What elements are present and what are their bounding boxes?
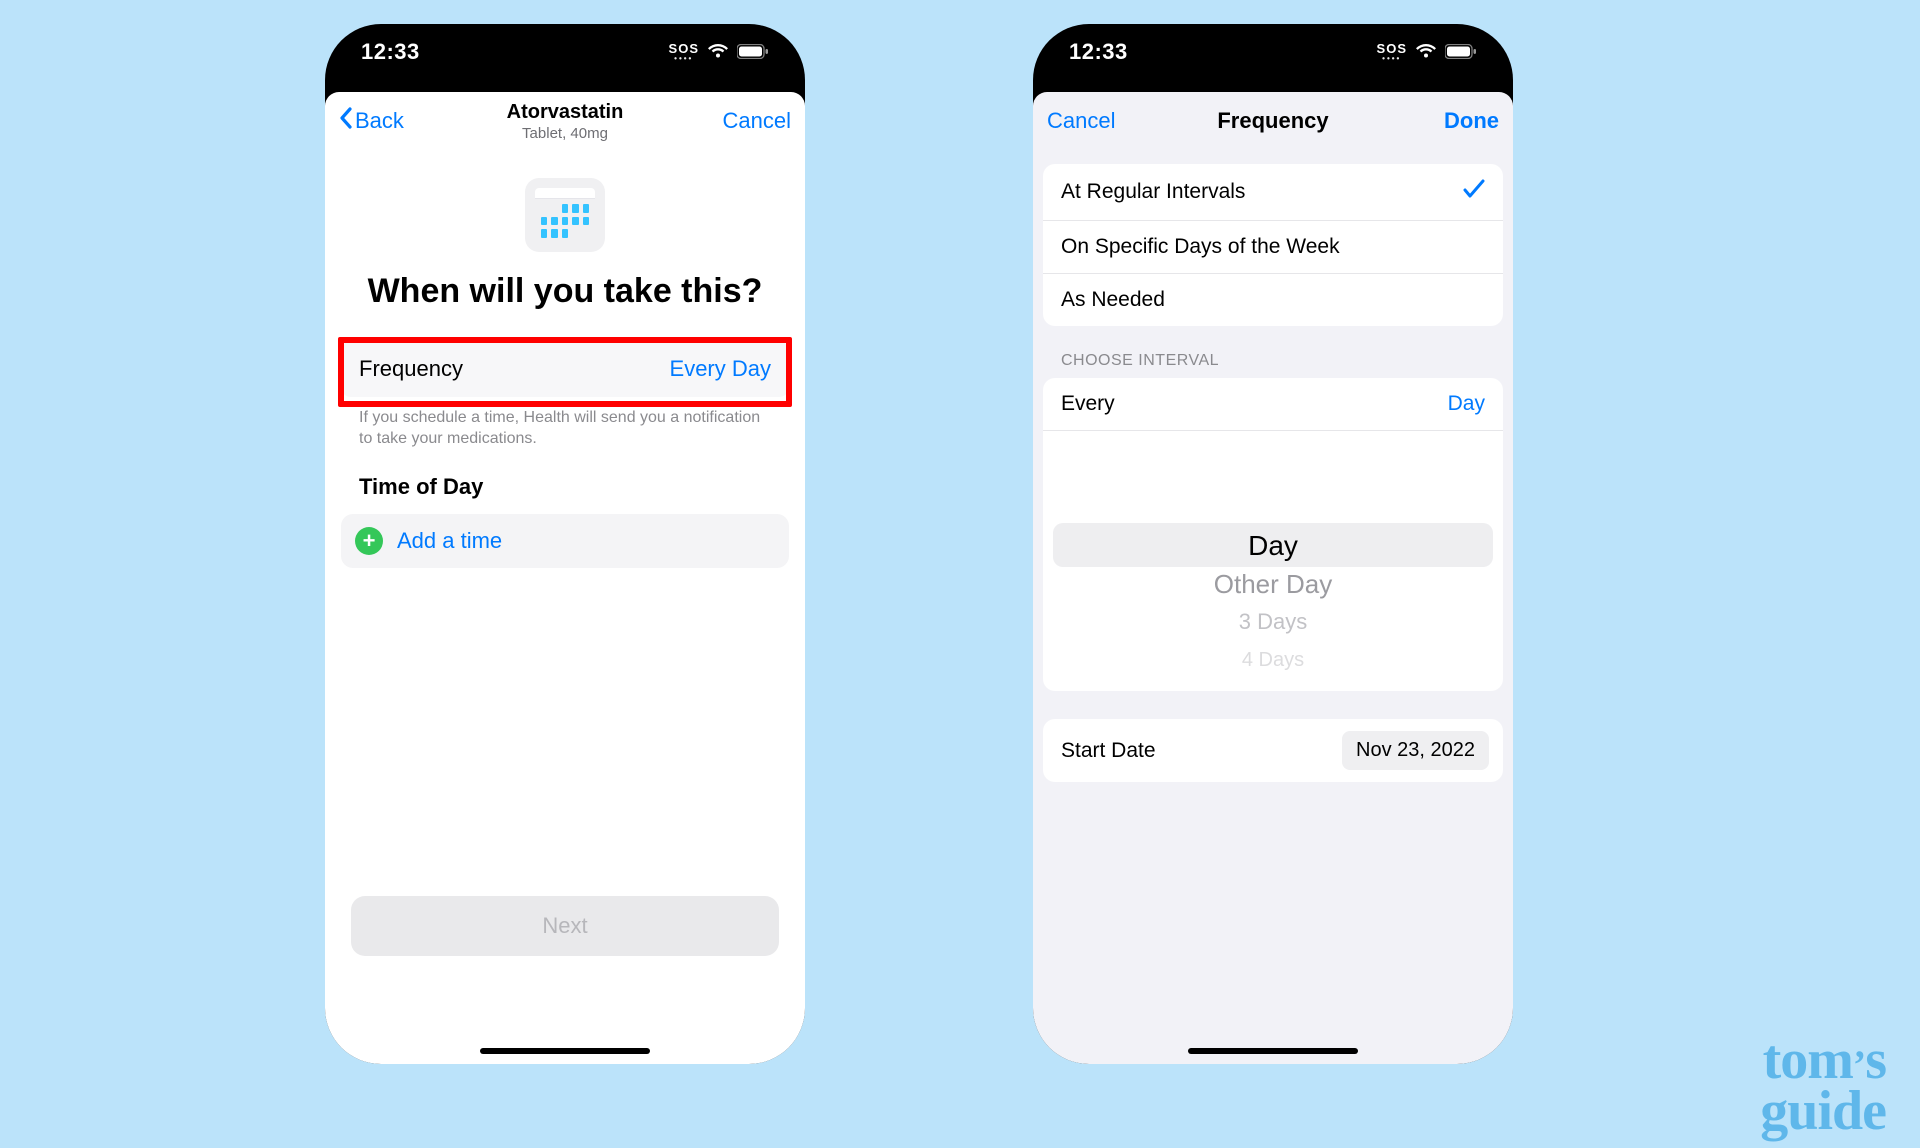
start-date-label: Start Date bbox=[1061, 739, 1156, 763]
nav-title: Frequency bbox=[1157, 108, 1389, 134]
frequency-hint: If you schedule a time, Health will send… bbox=[325, 397, 805, 450]
cancel-button[interactable]: Cancel bbox=[1047, 108, 1115, 134]
status-bar: 12:33 SOS•••• bbox=[325, 24, 805, 76]
sos-indicator: SOS•••• bbox=[1377, 42, 1407, 63]
battery-icon bbox=[737, 39, 769, 65]
home-indicator[interactable] bbox=[480, 1048, 650, 1054]
chevron-left-icon bbox=[339, 107, 353, 135]
phone-right: 12:33 SOS•••• Cancel Frequency Done bbox=[1033, 24, 1513, 1064]
time-of-day-header: Time of Day bbox=[325, 450, 805, 510]
option-as-needed[interactable]: As Needed bbox=[1043, 273, 1503, 326]
status-bar: 12:33 SOS•••• bbox=[1033, 24, 1513, 76]
option-specific-days[interactable]: On Specific Days of the Week bbox=[1043, 220, 1503, 273]
checkmark-icon bbox=[1463, 178, 1485, 206]
cancel-button[interactable]: Cancel bbox=[723, 108, 791, 134]
screen-frequency: Cancel Frequency Done At Regular Interva… bbox=[1033, 92, 1513, 1064]
phone-left: 12:33 SOS•••• Back Atorvastatin Tabl bbox=[325, 24, 805, 1064]
option-regular-intervals[interactable]: At Regular Intervals bbox=[1043, 164, 1503, 220]
status-time: 12:33 bbox=[1069, 39, 1128, 65]
picker-option[interactable]: 3 Days bbox=[1053, 603, 1493, 641]
status-right: SOS•••• bbox=[1377, 39, 1477, 65]
calendar-icon bbox=[525, 178, 605, 252]
picker-option[interactable]: Other Day bbox=[1053, 565, 1493, 603]
back-label: Back bbox=[355, 108, 404, 134]
watermark-logo: tom’s guide bbox=[1700, 1035, 1886, 1136]
nav-subtitle: Tablet, 40mg bbox=[449, 125, 681, 142]
status-time: 12:33 bbox=[361, 39, 420, 65]
nav-bar: Cancel Frequency Done bbox=[1033, 92, 1513, 150]
wifi-icon bbox=[1415, 39, 1437, 65]
frequency-label: Frequency bbox=[359, 356, 463, 382]
home-indicator[interactable] bbox=[1188, 1048, 1358, 1054]
start-date-row[interactable]: Start Date Nov 23, 2022 bbox=[1043, 719, 1503, 782]
next-button[interactable]: Next bbox=[351, 896, 779, 956]
status-right: SOS•••• bbox=[669, 39, 769, 65]
page-heading: When will you take this? bbox=[325, 270, 805, 313]
screen-schedule: Back Atorvastatin Tablet, 40mg Cancel Wh… bbox=[325, 92, 805, 1064]
picker-option[interactable]: 4 Days bbox=[1053, 641, 1493, 679]
wifi-icon bbox=[707, 39, 729, 65]
interval-row[interactable]: Every Day bbox=[1043, 378, 1503, 431]
interval-group: Every Day Day Other Day 3 Days 4 Days bbox=[1043, 378, 1503, 691]
frequency-row[interactable]: Frequency Every Day bbox=[341, 341, 789, 397]
add-time-label: Add a time bbox=[397, 528, 502, 554]
plus-icon: + bbox=[355, 527, 383, 555]
frequency-value: Every Day bbox=[670, 356, 771, 382]
done-button[interactable]: Done bbox=[1444, 108, 1499, 134]
start-date-value[interactable]: Nov 23, 2022 bbox=[1342, 731, 1489, 770]
nav-title: Atorvastatin bbox=[449, 101, 681, 124]
frequency-options: At Regular Intervals On Specific Days of… bbox=[1043, 164, 1503, 326]
add-time-button[interactable]: + Add a time bbox=[341, 514, 789, 568]
battery-icon bbox=[1445, 39, 1477, 65]
picker-option[interactable]: Day bbox=[1053, 501, 1493, 565]
sos-indicator: SOS•••• bbox=[669, 42, 699, 63]
choose-interval-header: CHOOSE INTERVAL bbox=[1033, 326, 1513, 378]
nav-bar: Back Atorvastatin Tablet, 40mg Cancel bbox=[325, 92, 805, 150]
interval-picker[interactable]: Day Other Day 3 Days 4 Days bbox=[1053, 501, 1493, 671]
interval-value: Day bbox=[1448, 392, 1485, 416]
back-button[interactable]: Back bbox=[339, 107, 449, 135]
